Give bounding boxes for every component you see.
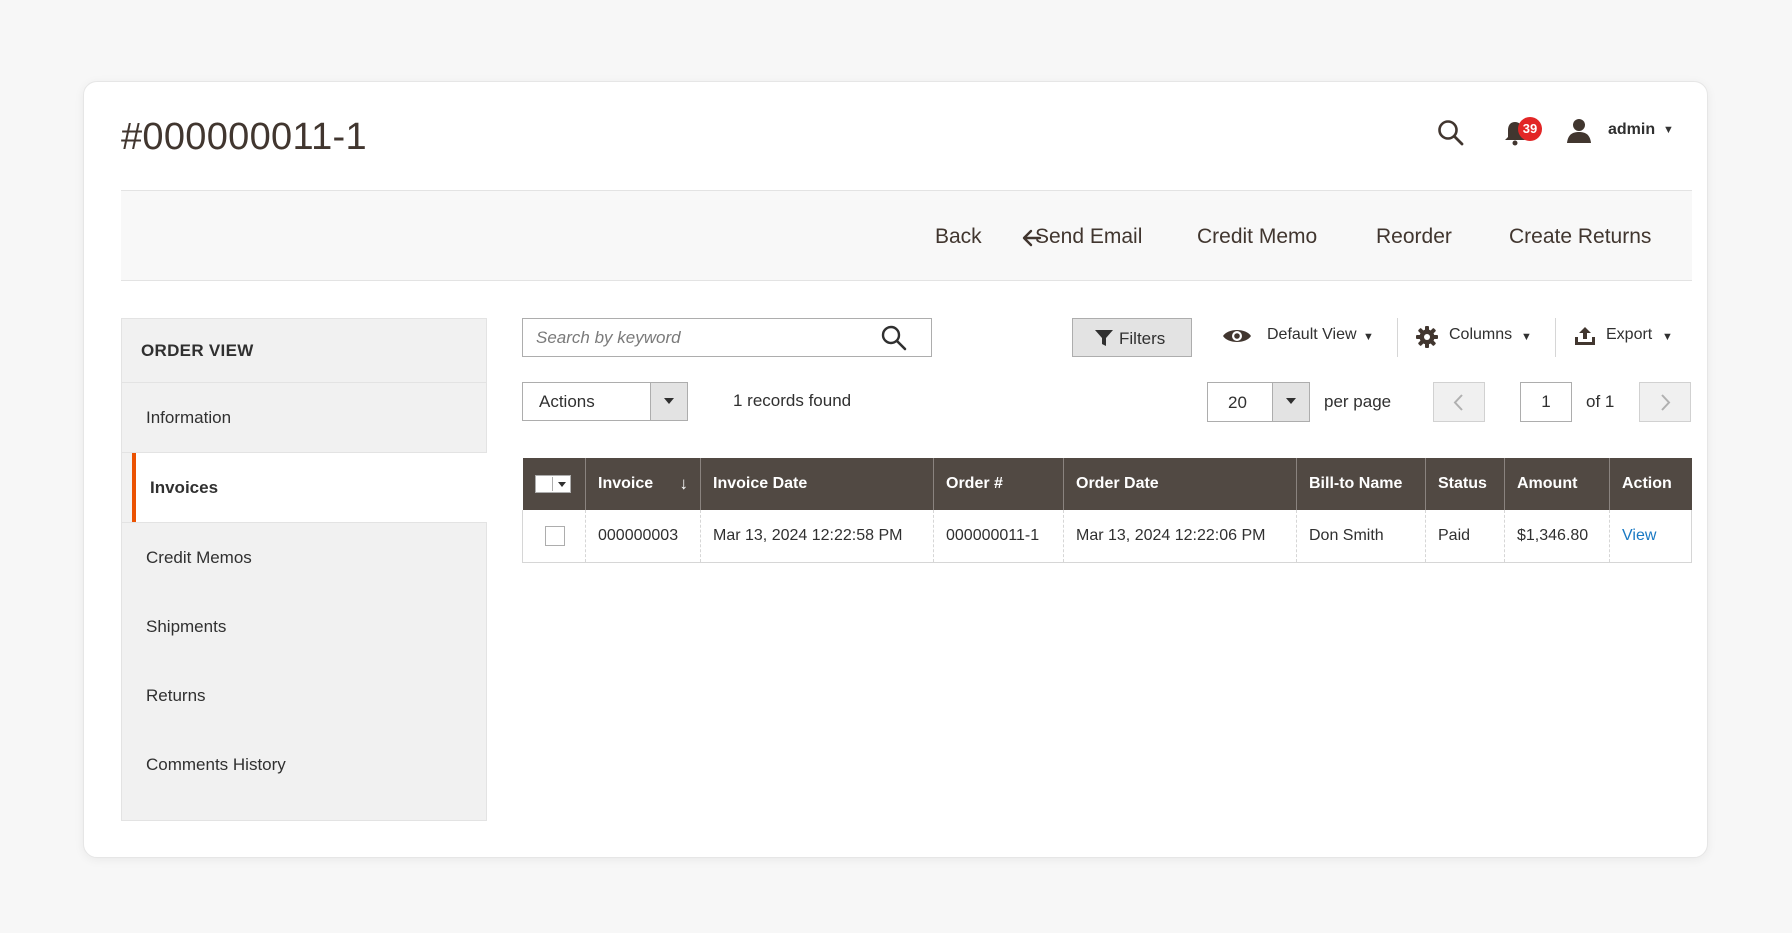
caret-down-icon xyxy=(664,398,674,404)
chevron-right-icon xyxy=(1661,394,1671,411)
column-header-invoice-date[interactable]: Invoice Date xyxy=(700,458,934,510)
sidebar-item-information[interactable]: Information xyxy=(122,383,486,452)
user-icon[interactable] xyxy=(1566,118,1592,144)
filter-icon xyxy=(1095,330,1113,346)
cell-invoice-date: Mar 13, 2024 12:22:58 PM xyxy=(700,510,934,563)
page-title: #000000011-1 xyxy=(121,116,367,158)
search-icon[interactable] xyxy=(1436,118,1466,148)
per-page-select[interactable]: 20 xyxy=(1207,382,1310,422)
per-page-toggle[interactable] xyxy=(1272,383,1309,421)
user-name[interactable]: admin xyxy=(1608,121,1655,139)
columns-dropdown[interactable]: Columns xyxy=(1449,326,1512,344)
actions-select[interactable]: Actions xyxy=(522,382,688,421)
chevron-down-icon[interactable]: ▼ xyxy=(1663,124,1674,136)
sidebar-item-comments-history[interactable]: Comments History xyxy=(122,730,486,799)
mass-select-dropdown[interactable] xyxy=(534,474,571,493)
view-link[interactable]: View xyxy=(1622,527,1656,544)
column-header-bill-to-name[interactable]: Bill-to Name xyxy=(1296,458,1426,510)
column-header-order[interactable]: Order # xyxy=(933,458,1064,510)
cell-bill-to-name: Don Smith xyxy=(1296,510,1426,563)
caret-down-icon xyxy=(557,481,566,487)
search-icon[interactable] xyxy=(880,324,908,352)
row-select-cell xyxy=(522,510,586,563)
mass-select-header xyxy=(522,458,586,510)
column-header-amount[interactable]: Amount xyxy=(1504,458,1610,510)
column-header-order-date[interactable]: Order Date xyxy=(1063,458,1297,510)
divider xyxy=(1555,318,1556,357)
gear-icon[interactable] xyxy=(1416,326,1438,348)
page-actions-bar: Back Send Email Credit Memo Reorder Crea… xyxy=(121,190,1692,281)
cell-order: 000000011-1 xyxy=(933,510,1064,563)
records-found: 1 records found xyxy=(733,391,852,410)
column-header-label: Invoice xyxy=(598,475,654,492)
divider xyxy=(1397,318,1398,357)
upload-icon[interactable] xyxy=(1574,326,1596,346)
send-email-button[interactable]: Send Email xyxy=(1035,225,1142,249)
reorder-button[interactable]: Reorder xyxy=(1376,225,1452,249)
cell-amount: $1,346.80 xyxy=(1504,510,1610,563)
cell-order-date: Mar 13, 2024 12:22:06 PM xyxy=(1063,510,1297,563)
next-page-button[interactable] xyxy=(1639,382,1691,422)
credit-memo-button[interactable]: Credit Memo xyxy=(1197,225,1317,249)
export-dropdown[interactable]: Export xyxy=(1606,326,1652,344)
search-input[interactable] xyxy=(523,319,873,356)
sidebar-item-shipments[interactable]: Shipments xyxy=(122,592,486,661)
filters-label: Filters xyxy=(1119,329,1166,348)
previous-page-button[interactable] xyxy=(1433,382,1485,422)
actions-toggle[interactable] xyxy=(650,383,687,420)
create-returns-button[interactable]: Create Returns xyxy=(1509,225,1651,249)
sidebar-title: ORDER VIEW xyxy=(141,341,254,360)
sidebar-item-invoices[interactable]: Invoices xyxy=(132,453,487,522)
per-page-label: per page xyxy=(1324,392,1392,411)
sort-arrow-icon: ↓ xyxy=(679,474,689,493)
total-pages: of 1 xyxy=(1586,392,1615,411)
eye-icon[interactable] xyxy=(1222,326,1252,346)
column-header-invoice[interactable]: Invoice ↓ xyxy=(585,458,701,510)
chevron-down-icon[interactable]: ▼ xyxy=(1521,331,1532,343)
chevron-left-icon xyxy=(1453,394,1463,411)
back-button[interactable]: Back xyxy=(935,225,982,249)
column-header-action: Action xyxy=(1609,458,1692,510)
current-page-input[interactable] xyxy=(1520,382,1572,422)
sidebar-item-credit-memos[interactable]: Credit Memos xyxy=(122,523,486,592)
filters-button[interactable]: Filters xyxy=(1072,318,1192,357)
cell-action: View xyxy=(1609,510,1692,563)
cell-invoice: 000000003 xyxy=(585,510,701,563)
caret-down-icon xyxy=(1286,398,1296,404)
notifications-badge: 39 xyxy=(1518,117,1542,141)
table-row: 000000003 Mar 13, 2024 12:22:58 PM 00000… xyxy=(522,510,1692,563)
per-page-value: 20 xyxy=(1228,393,1247,412)
chevron-down-icon[interactable]: ▼ xyxy=(1662,331,1673,343)
invoices-grid: Invoice ↓ Invoice Date Order # Order Date… xyxy=(522,458,1692,563)
column-header-status[interactable]: Status xyxy=(1425,458,1505,510)
cell-status: Paid xyxy=(1425,510,1505,563)
order-view-sidebar: ORDER VIEW Information Invoices Credit M… xyxy=(121,318,487,821)
grid-header-row: Invoice ↓ Invoice Date Order # Order Date… xyxy=(522,458,1692,510)
sidebar-item-returns[interactable]: Returns xyxy=(122,661,486,730)
default-view-dropdown[interactable]: Default View xyxy=(1267,326,1357,344)
chevron-down-icon[interactable]: ▼ xyxy=(1363,331,1374,343)
actions-label: Actions xyxy=(539,392,595,411)
search-box xyxy=(522,318,932,357)
row-checkbox[interactable] xyxy=(545,525,565,546)
